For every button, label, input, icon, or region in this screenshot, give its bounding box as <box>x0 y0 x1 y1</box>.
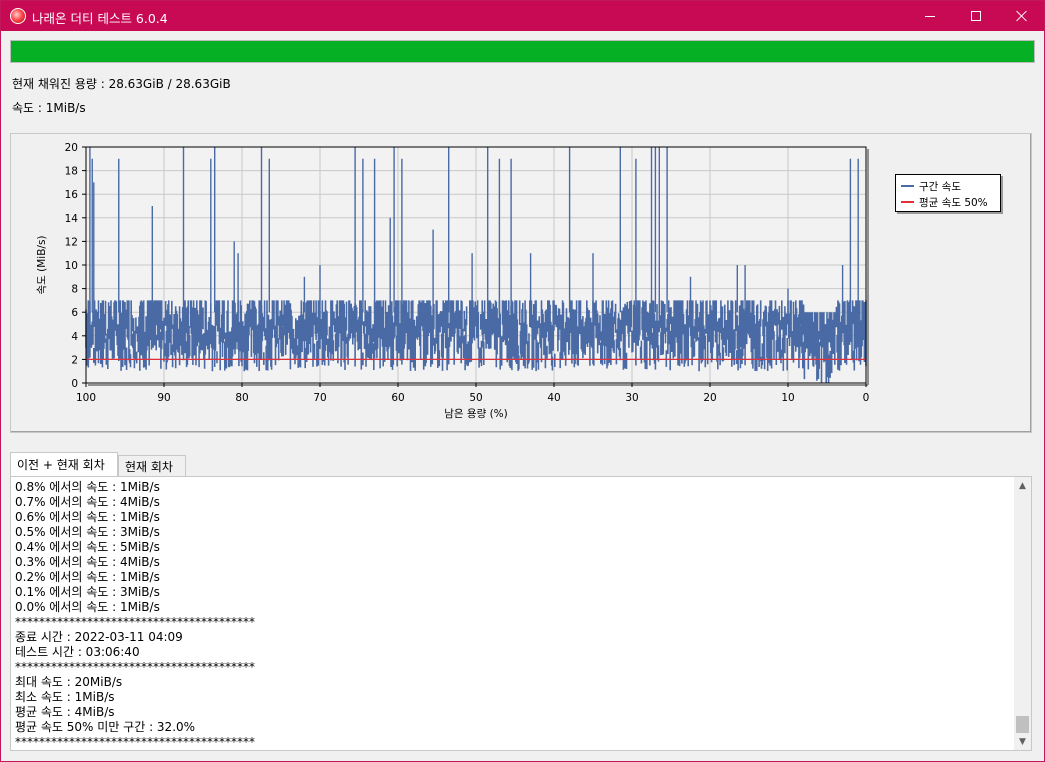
y-tick-label: 10 <box>65 260 78 272</box>
y-tick-label: 20 <box>65 142 78 154</box>
y-tick-label: 16 <box>65 189 79 201</box>
log-scrollbar[interactable]: ▲ ▼ <box>1014 477 1031 750</box>
y-tick-label: 12 <box>65 236 78 248</box>
log-line: 0.2% 에서의 속도 : 1MiB/s <box>15 570 160 584</box>
speed-status: 속도 : 1MiB/s <box>12 101 86 115</box>
x-tick-label: 30 <box>625 392 638 404</box>
log-line: 평균 속도 : 4MiB/s <box>15 705 115 719</box>
progress-bar <box>10 40 1035 63</box>
speed-chart-panel: 0 2 4 6 8 10 12 14 16 18 20 100 90 80 70 60 50 40 30 20 10 0 남… <box>10 133 1032 433</box>
x-tick-label: 40 <box>547 392 560 404</box>
legend-item-interval-speed: 구간 속도 <box>901 179 961 193</box>
log-line: 종료 시간 : 2022-03-11 04:09 <box>15 630 183 644</box>
legend-label-interval: 구간 속도 <box>919 180 961 193</box>
x-tick-label: 100 <box>76 392 96 404</box>
scroll-down-button[interactable]: ▼ <box>1014 733 1031 750</box>
y-axis-label: 속도 (MiB/s) <box>36 235 48 294</box>
capacity-status: 현재 채워진 용량 : 28.63GiB / 28.63GiB <box>12 77 231 91</box>
app-logo-icon <box>10 8 26 24</box>
log-line: 0.7% 에서의 속도 : 4MiB/s <box>15 495 160 509</box>
y-tick-label: 4 <box>71 331 78 343</box>
log-line: 0.0% 에서의 속도 : 1MiB/s <box>15 600 160 614</box>
y-tick-label: 2 <box>71 354 78 366</box>
log-line: 0.3% 에서의 속도 : 4MiB/s <box>15 555 160 569</box>
progress-fill <box>11 41 1034 62</box>
log-line: 0.4% 에서의 속도 : 5MiB/s <box>15 540 160 554</box>
log-line: 0.6% 에서의 속도 : 1MiB/s <box>15 510 160 524</box>
legend-item-avg-speed: 평균 속도 50% <box>901 195 988 209</box>
title-bar[interactable]: 나래온 더티 테스트 6.0.4 <box>1 1 1044 31</box>
maximize-button[interactable] <box>953 1 999 31</box>
x-tick-label: 50 <box>469 392 482 404</box>
log-line: 테스트 시간 : 03:06:40 <box>15 645 140 659</box>
window-title: 나래온 더티 테스트 6.0.4 <box>32 11 168 26</box>
log-lines: 0.8% 에서의 속도 : 1MiB/s 0.7% 에서의 속도 : 4MiB/s… <box>15 480 1015 750</box>
tab-current-round[interactable]: 현재 회차 <box>118 455 186 476</box>
log-line: 0.8% 에서의 속도 : 1MiB/s <box>15 480 160 494</box>
close-icon <box>1016 10 1028 22</box>
log-line: 0.1% 에서의 속도 : 3MiB/s <box>15 585 160 599</box>
log-line: **************************************** <box>15 735 255 749</box>
y-tick-label: 0 <box>71 378 78 390</box>
chart-legend: 구간 속도 평균 속도 50% <box>895 174 1001 212</box>
x-tick-label: 10 <box>781 392 794 404</box>
y-tick-label: 6 <box>71 307 78 319</box>
log-line: **************************************** <box>15 660 255 674</box>
y-tick-label: 8 <box>71 284 78 296</box>
x-tick-label: 60 <box>391 392 404 404</box>
close-button[interactable] <box>999 1 1045 31</box>
legend-swatch-avg <box>901 201 914 203</box>
x-tick-label: 20 <box>703 392 716 404</box>
log-line: 평균 속도 50% 미만 구간 : 32.0% <box>15 720 196 734</box>
tab-previous-and-current[interactable]: 이전 + 현재 회차 <box>10 452 118 476</box>
x-tick-label: 80 <box>235 392 248 404</box>
log-line: 최대 속도 : 20MiB/s <box>15 675 123 689</box>
x-tick-label: 70 <box>313 392 326 404</box>
speed-chart: 02468101214161820100 90 80 70 60 50 40 30 20 10 0남… <box>36 142 870 420</box>
log-textbox[interactable]: 0.8% 에서의 속도 : 1MiB/s 0.7% 에서의 속도 : 4MiB/s… <box>10 476 1032 751</box>
x-tick-label: 0 <box>863 392 870 404</box>
minimize-button[interactable] <box>907 1 953 31</box>
scroll-down-icon: ▼ <box>1019 736 1026 747</box>
scroll-up-button[interactable]: ▲ <box>1014 477 1031 494</box>
x-tick-label: 90 <box>157 392 170 404</box>
scrollbar-thumb[interactable] <box>1016 716 1029 733</box>
y-tick-label: 14 <box>65 213 79 225</box>
scroll-up-icon: ▲ <box>1019 480 1026 491</box>
y-tick-label: 18 <box>65 166 78 178</box>
legend-swatch-interval <box>901 185 914 187</box>
app-window: 나래온 더티 테스트 6.0.4 현재 채워진 용량 : 28.63GiB / … <box>0 0 1045 762</box>
log-line: 최소 속도 : 1MiB/s <box>15 690 115 704</box>
x-axis-label: 남은 용량 (%) <box>444 408 508 420</box>
maximize-icon <box>971 11 981 21</box>
minimize-icon <box>925 15 935 17</box>
log-line: **************************************** <box>15 615 255 629</box>
legend-label-avg: 평균 속도 50% <box>919 196 988 209</box>
log-line: 0.5% 에서의 속도 : 3MiB/s <box>15 525 160 539</box>
